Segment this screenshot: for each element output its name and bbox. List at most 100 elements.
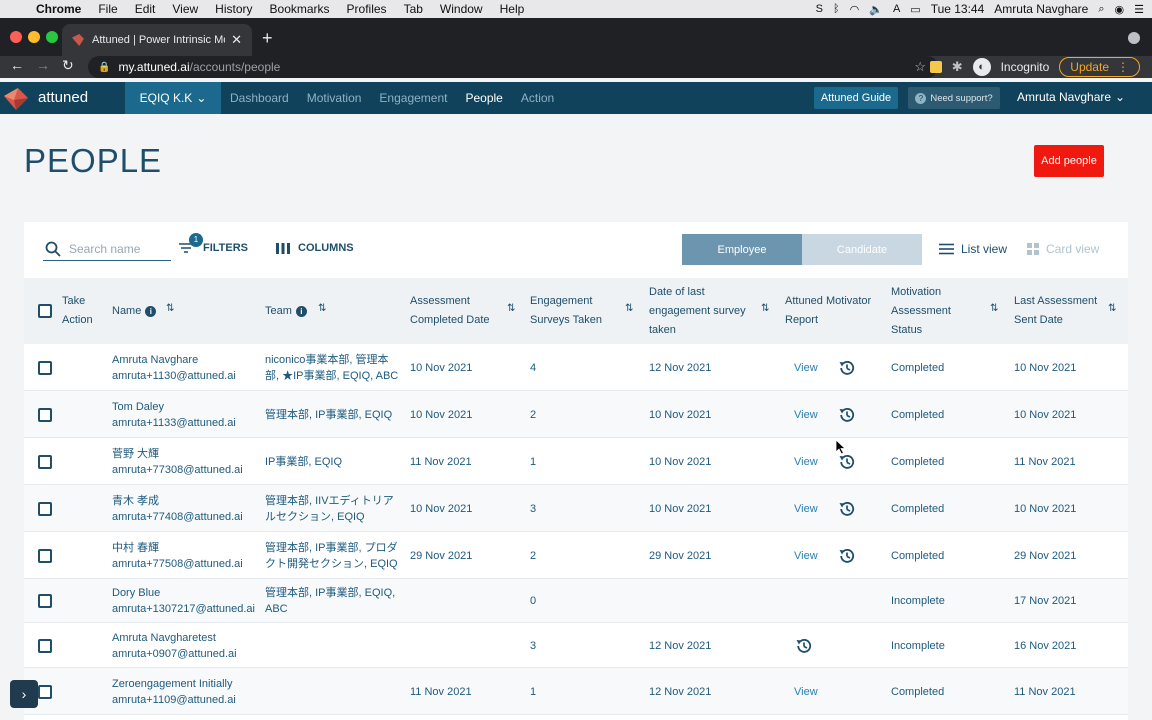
row-checkbox[interactable]	[38, 594, 52, 608]
search-input[interactable]	[69, 241, 159, 256]
chrome-update-button[interactable]: Update ⋮	[1059, 57, 1140, 77]
skype-icon[interactable]: S	[816, 3, 823, 15]
window-minimize-icon[interactable]	[28, 31, 40, 43]
menu-app[interactable]: Chrome	[36, 2, 81, 16]
address-bar[interactable]: 🔒 my.attuned.ai/accounts/people ☆	[88, 56, 938, 78]
row-checkbox[interactable]	[38, 407, 52, 422]
new-tab-icon[interactable]: +	[262, 28, 273, 49]
info-icon[interactable]: i	[295, 305, 307, 317]
view-report-link[interactable]: View	[794, 454, 818, 470]
info-icon[interactable]: i	[145, 305, 157, 317]
history-icon[interactable]	[838, 359, 856, 377]
person-cell[interactable]: Zeroengagement Initially amruta+1109@attu…	[112, 676, 236, 708]
input-source-icon[interactable]: A	[893, 3, 900, 15]
incognito-label[interactable]: Incognito	[1001, 60, 1050, 74]
person-name[interactable]: Tom Daley	[112, 399, 236, 415]
battery-icon[interactable]: ▭	[910, 3, 920, 16]
window-close-icon[interactable]	[10, 31, 22, 43]
menu-edit[interactable]: Edit	[135, 2, 156, 16]
nav-action[interactable]: Action	[521, 91, 554, 105]
table-row[interactable]: Tom Daley amruta+1133@attuned.ai 管理本部, IP事…	[24, 391, 1128, 438]
user-menu[interactable]: Amruta Navghare ⌄	[1017, 90, 1125, 104]
attuned-logo-icon[interactable]	[2, 86, 30, 112]
view-report-link[interactable]: View	[794, 501, 818, 517]
col-name[interactable]: Name i	[112, 278, 157, 344]
person-cell[interactable]: Tom Daley amruta+1133@attuned.ai	[112, 399, 236, 431]
person-cell[interactable]: Dory Blue amruta+1307217@attuned.ai	[112, 585, 255, 617]
table-row[interactable]: Amruta Navghare amruta+1130@attuned.ai nic…	[24, 344, 1128, 391]
spotlight-icon[interactable]: ⌕	[1098, 3, 1104, 16]
view-report-link[interactable]: View	[794, 548, 818, 564]
tab-search-icon[interactable]	[1128, 32, 1140, 44]
employee-toggle[interactable]: Employee	[682, 234, 802, 265]
nav-dashboard[interactable]: Dashboard	[230, 91, 289, 105]
person-cell[interactable]: Amruta Navghare amruta+1130@attuned.ai	[112, 352, 236, 384]
menu-view[interactable]: View	[172, 2, 198, 16]
history-icon[interactable]	[838, 547, 856, 565]
tab-close-icon[interactable]: ✕	[231, 32, 242, 48]
attuned-guide-button[interactable]: Attuned Guide	[814, 87, 898, 109]
col-team[interactable]: Team i	[265, 278, 307, 344]
sort-date-last-engagement-icon[interactable]: ⇅	[761, 303, 769, 314]
forward-arrow-icon[interactable]: →	[36, 57, 50, 73]
back-arrow-icon[interactable]: ←	[10, 57, 24, 73]
row-checkbox[interactable]	[38, 454, 52, 469]
row-checkbox[interactable]	[38, 548, 52, 563]
person-name[interactable]: Amruta Navghare	[112, 352, 236, 368]
table-row[interactable]: 青木 孝成 amruta+77408@attuned.ai 管理本部, IIVエディ…	[24, 485, 1128, 532]
table-row[interactable]: 中村 春輝 amruta+77508@attuned.ai 管理本部, IP事業部,…	[24, 532, 1128, 579]
sort-team-icon[interactable]: ⇅	[318, 303, 326, 314]
incognito-icon[interactable]: ◐	[972, 58, 991, 76]
control-center-icon[interactable]: ☰	[1134, 3, 1144, 16]
sort-name-icon[interactable]: ⇅	[166, 303, 174, 314]
menubar-user[interactable]: Amruta Navghare	[994, 2, 1088, 16]
row-checkbox[interactable]	[38, 501, 52, 516]
menu-help[interactable]: Help	[500, 2, 525, 16]
menu-profiles[interactable]: Profiles	[347, 2, 387, 16]
history-icon[interactable]	[795, 637, 813, 655]
menu-history[interactable]: History	[215, 2, 252, 16]
menu-window[interactable]: Window	[440, 2, 483, 16]
logo-text[interactable]: attuned	[38, 89, 88, 106]
sort-assessment-completed-icon[interactable]: ⇅	[507, 303, 515, 314]
history-icon[interactable]	[838, 406, 856, 424]
row-checkbox[interactable]	[38, 360, 52, 375]
list-view-button[interactable]: List view	[939, 242, 1007, 256]
extensions-puzzle-icon[interactable]: ✱	[952, 59, 963, 75]
history-icon[interactable]	[838, 453, 856, 471]
person-name[interactable]: 青木 孝成	[112, 493, 243, 509]
menu-tab[interactable]: Tab	[404, 2, 423, 16]
person-name[interactable]: 中村 春輝	[112, 540, 243, 556]
person-name[interactable]: Amruta Navgharetest	[112, 630, 237, 646]
view-report-link[interactable]: View	[794, 360, 818, 376]
view-report-link[interactable]: View	[794, 684, 818, 700]
reload-icon[interactable]: ↻	[62, 57, 74, 74]
lock-icon[interactable]: 🔒	[98, 62, 110, 73]
table-row[interactable]: 菅野 大輝 amruta+77308@attuned.ai IP事業部, EQIQ 1…	[24, 438, 1128, 485]
row-checkbox[interactable]	[38, 638, 52, 653]
person-cell[interactable]: Amruta Navgharetest amruta+0907@attuned.a…	[112, 630, 237, 662]
sort-last-sent-icon[interactable]: ⇅	[1108, 303, 1116, 314]
window-zoom-icon[interactable]	[46, 31, 58, 43]
select-all-checkbox[interactable]	[38, 304, 52, 318]
columns-button[interactable]: COLUMNS	[276, 242, 354, 254]
history-icon[interactable]	[838, 500, 856, 518]
card-view-button[interactable]: Card view	[1027, 242, 1099, 256]
add-people-button[interactable]: Add people	[1034, 145, 1104, 177]
col-last-sent[interactable]: Last Assessment Sent Date	[1014, 278, 1097, 344]
bluetooth-icon[interactable]: ᛒ	[833, 3, 840, 15]
candidate-toggle[interactable]: Candidate	[802, 234, 922, 265]
table-row[interactable]: Dory Blue amruta+1307217@attuned.ai 管理本部, …	[24, 579, 1128, 623]
person-cell[interactable]: 中村 春輝 amruta+77508@attuned.ai	[112, 540, 243, 572]
col-assessment-completed[interactable]: Assessment Completed Date	[410, 278, 490, 344]
menu-file[interactable]: File	[98, 2, 117, 16]
sort-assessment-status-icon[interactable]: ⇅	[990, 303, 998, 314]
siri-icon[interactable]: ◉	[1115, 3, 1125, 16]
menubar-clock[interactable]: Tue 13:44	[931, 2, 985, 16]
menu-bookmarks[interactable]: Bookmarks	[270, 2, 330, 16]
nav-people[interactable]: People	[465, 91, 502, 105]
person-name[interactable]: Zeroengagement Initially	[112, 676, 236, 692]
table-row[interactable]: Zeroengagement Initially amruta+1109@attu…	[24, 668, 1128, 715]
browser-tab[interactable]: Attuned | Power Intrinsic Motiv ✕	[62, 24, 252, 56]
need-support-button[interactable]: ? Need support?	[908, 87, 1000, 109]
